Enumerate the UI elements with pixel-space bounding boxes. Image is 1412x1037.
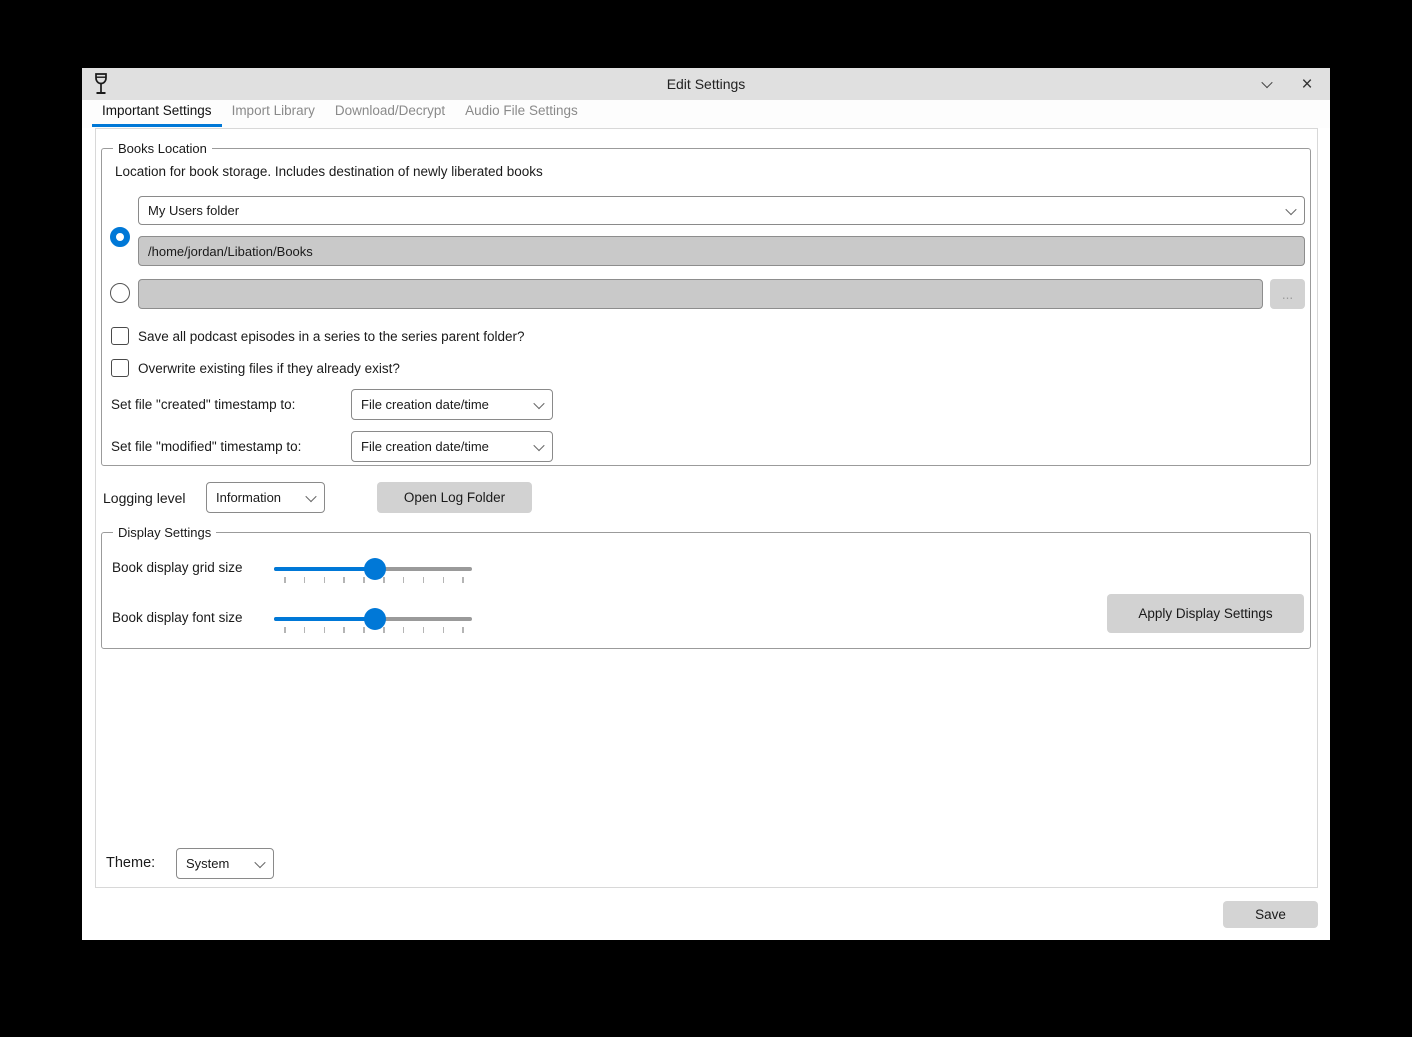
- display-settings-legend: Display Settings: [113, 524, 216, 541]
- chevron-down-icon: [1261, 77, 1272, 88]
- custom-path-radio[interactable]: [110, 283, 130, 303]
- folder-preset-combobox[interactable]: My Users folder: [138, 196, 1305, 225]
- tab-strip: Important Settings Import Library Downlo…: [82, 100, 1330, 128]
- tab-important-settings[interactable]: Important Settings: [92, 100, 222, 127]
- browse-button[interactable]: ...: [1270, 279, 1305, 309]
- books-location-groupbox: Books Location Location for book storage…: [101, 148, 1311, 466]
- window-title: Edit Settings: [82, 76, 1330, 92]
- preset-path-radio[interactable]: [110, 227, 130, 247]
- close-button[interactable]: ×: [1294, 71, 1320, 97]
- theme-label: Theme:: [106, 855, 155, 871]
- logging-level-combobox[interactable]: Information: [206, 482, 325, 513]
- open-log-folder-button[interactable]: Open Log Folder: [377, 482, 532, 513]
- overwrite-files-checkbox-label[interactable]: Overwrite existing files if they already…: [138, 361, 400, 376]
- created-timestamp-label: Set file "created" timestamp to:: [111, 397, 295, 412]
- slider-fill: [274, 567, 375, 571]
- tab-import-library[interactable]: Import Library: [222, 100, 325, 124]
- theme-value: System: [186, 856, 229, 871]
- created-timestamp-value: File creation date/time: [361, 397, 489, 412]
- overwrite-files-checkbox[interactable]: [111, 359, 129, 377]
- chevron-down-icon: [533, 439, 544, 450]
- grid-size-slider-ticks: [284, 577, 464, 584]
- custom-path-field[interactable]: [138, 279, 1263, 309]
- tab-download-decrypt[interactable]: Download/Decrypt: [325, 100, 455, 124]
- books-location-description: Location for book storage. Includes dest…: [115, 164, 543, 179]
- chevron-down-icon: [254, 856, 265, 867]
- modified-timestamp-value: File creation date/time: [361, 439, 489, 454]
- logging-level-value: Information: [216, 490, 281, 505]
- apply-display-settings-button[interactable]: Apply Display Settings: [1107, 594, 1304, 633]
- display-settings-groupbox: Display Settings Book display grid size …: [101, 532, 1311, 649]
- edit-settings-dialog: Edit Settings × Important Settings Impor…: [82, 68, 1330, 940]
- podcast-series-checkbox[interactable]: [111, 327, 129, 345]
- modified-timestamp-combobox[interactable]: File creation date/time: [351, 431, 553, 462]
- modified-timestamp-label: Set file "modified" timestamp to:: [111, 439, 301, 454]
- slider-fill: [274, 617, 375, 621]
- chevron-down-icon: [533, 397, 544, 408]
- chevron-down-icon: [1285, 203, 1296, 214]
- font-size-slider-ticks: [284, 627, 464, 634]
- close-icon: ×: [1301, 75, 1312, 94]
- minimize-button[interactable]: [1254, 71, 1280, 97]
- save-button[interactable]: Save: [1223, 901, 1318, 928]
- folder-preset-value: My Users folder: [148, 203, 239, 218]
- theme-combobox[interactable]: System: [176, 848, 274, 879]
- tab-audio-file-settings[interactable]: Audio File Settings: [455, 100, 588, 124]
- created-timestamp-combobox[interactable]: File creation date/time: [351, 389, 553, 420]
- preset-path-field[interactable]: [138, 236, 1305, 266]
- logging-level-label: Logging level: [103, 490, 186, 506]
- grid-size-slider-label: Book display grid size: [112, 560, 243, 575]
- title-bar: Edit Settings ×: [82, 68, 1330, 100]
- chevron-down-icon: [305, 490, 316, 501]
- podcast-series-checkbox-label[interactable]: Save all podcast episodes in a series to…: [138, 329, 524, 344]
- important-settings-panel: Books Location Location for book storage…: [95, 128, 1318, 888]
- font-size-slider-label: Book display font size: [112, 610, 243, 625]
- books-location-legend: Books Location: [113, 140, 212, 157]
